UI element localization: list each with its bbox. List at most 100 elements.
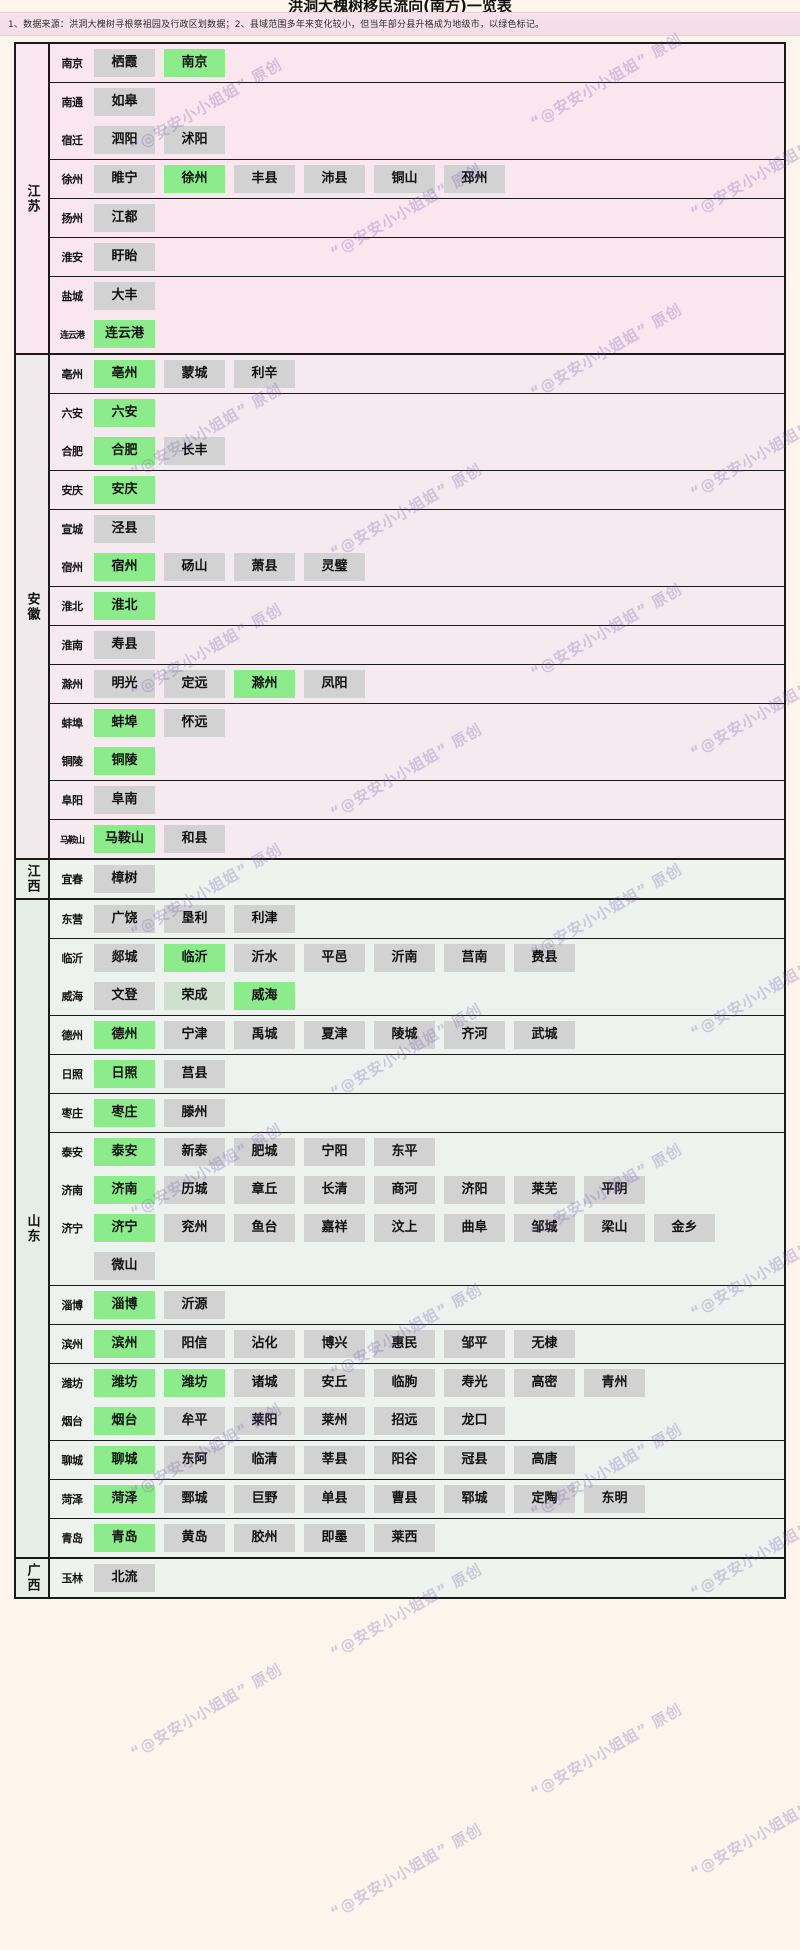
- county-cell[interactable]: 临朐: [374, 1369, 435, 1397]
- county-cell[interactable]: 平阴: [584, 1176, 645, 1204]
- county-cell[interactable]: 南京: [164, 49, 225, 77]
- county-cell[interactable]: 曹县: [374, 1485, 435, 1513]
- county-cell[interactable]: 济南: [94, 1176, 155, 1204]
- county-cell[interactable]: 微山: [94, 1252, 155, 1280]
- county-cell[interactable]: 招远: [374, 1407, 435, 1435]
- county-cell[interactable]: 济宁: [94, 1214, 155, 1242]
- county-cell[interactable]: 巨野: [234, 1485, 295, 1513]
- county-cell[interactable]: 沂水: [234, 944, 295, 972]
- county-cell[interactable]: 潍坊: [94, 1369, 155, 1397]
- county-cell[interactable]: 安丘: [304, 1369, 365, 1397]
- county-cell[interactable]: 长清: [304, 1176, 365, 1204]
- county-cell[interactable]: 明光: [94, 670, 155, 698]
- county-cell[interactable]: 怀远: [164, 709, 225, 737]
- county-cell[interactable]: 沭阳: [164, 126, 225, 154]
- county-cell[interactable]: 无棣: [514, 1330, 575, 1358]
- county-cell[interactable]: 盱眙: [94, 243, 155, 271]
- county-cell[interactable]: 泰安: [94, 1138, 155, 1166]
- county-cell[interactable]: 利津: [234, 905, 295, 933]
- county-cell[interactable]: 莱芜: [514, 1176, 575, 1204]
- county-cell[interactable]: 单县: [304, 1485, 365, 1513]
- county-cell[interactable]: 垦利: [164, 905, 225, 933]
- county-cell[interactable]: 广饶: [94, 905, 155, 933]
- county-cell[interactable]: 青岛: [94, 1524, 155, 1552]
- county-cell[interactable]: 淄博: [94, 1291, 155, 1319]
- county-cell[interactable]: 江都: [94, 204, 155, 232]
- county-cell[interactable]: 临清: [234, 1446, 295, 1474]
- county-cell[interactable]: 禹城: [234, 1021, 295, 1049]
- county-cell[interactable]: 蚌埠: [94, 709, 155, 737]
- county-cell[interactable]: 泾县: [94, 515, 155, 543]
- county-cell[interactable]: 邹城: [514, 1214, 575, 1242]
- county-cell[interactable]: 临沂: [164, 944, 225, 972]
- county-cell[interactable]: 历城: [164, 1176, 225, 1204]
- county-cell[interactable]: 鱼台: [234, 1214, 295, 1242]
- county-cell[interactable]: 惠民: [374, 1330, 435, 1358]
- county-cell[interactable]: 阳信: [164, 1330, 225, 1358]
- county-cell[interactable]: 新泰: [164, 1138, 225, 1166]
- county-cell[interactable]: 安庆: [94, 476, 155, 504]
- county-cell[interactable]: 青州: [584, 1369, 645, 1397]
- county-cell[interactable]: 潍坊: [164, 1369, 225, 1397]
- county-cell[interactable]: 睢宁: [94, 165, 155, 193]
- county-cell[interactable]: 即墨: [304, 1524, 365, 1552]
- county-cell[interactable]: 大丰: [94, 282, 155, 310]
- county-cell[interactable]: 定远: [164, 670, 225, 698]
- county-cell[interactable]: 聊城: [94, 1446, 155, 1474]
- county-cell[interactable]: 兖州: [164, 1214, 225, 1242]
- county-cell[interactable]: 沾化: [234, 1330, 295, 1358]
- county-cell[interactable]: 金乡: [654, 1214, 715, 1242]
- county-cell[interactable]: 梁山: [584, 1214, 645, 1242]
- county-cell[interactable]: 灵璧: [304, 553, 365, 581]
- county-cell[interactable]: 栖霞: [94, 49, 155, 77]
- county-cell[interactable]: 连云港: [94, 320, 155, 348]
- county-cell[interactable]: 夏津: [304, 1021, 365, 1049]
- county-cell[interactable]: 荣成: [164, 982, 225, 1010]
- county-cell[interactable]: 莒南: [444, 944, 505, 972]
- county-cell[interactable]: 章丘: [234, 1176, 295, 1204]
- county-cell[interactable]: 邳州: [444, 165, 505, 193]
- county-cell[interactable]: 莱阳: [234, 1407, 295, 1435]
- county-cell[interactable]: 郯城: [94, 944, 155, 972]
- county-cell[interactable]: 德州: [94, 1021, 155, 1049]
- county-cell[interactable]: 凤阳: [304, 670, 365, 698]
- county-cell[interactable]: 烟台: [94, 1407, 155, 1435]
- county-cell[interactable]: 龙口: [444, 1407, 505, 1435]
- county-cell[interactable]: 沂南: [374, 944, 435, 972]
- county-cell[interactable]: 亳州: [94, 360, 155, 388]
- county-cell[interactable]: 丰县: [234, 165, 295, 193]
- county-cell[interactable]: 长丰: [164, 437, 225, 465]
- county-cell[interactable]: 鄄城: [164, 1485, 225, 1513]
- county-cell[interactable]: 六安: [94, 399, 155, 427]
- county-cell[interactable]: 樟树: [94, 865, 155, 893]
- county-cell[interactable]: 博兴: [304, 1330, 365, 1358]
- county-cell[interactable]: 黄岛: [164, 1524, 225, 1552]
- county-cell[interactable]: 诸城: [234, 1369, 295, 1397]
- county-cell[interactable]: 肥城: [234, 1138, 295, 1166]
- county-cell[interactable]: 徐州: [164, 165, 225, 193]
- county-cell[interactable]: 滁州: [234, 670, 295, 698]
- county-cell[interactable]: 莱西: [374, 1524, 435, 1552]
- county-cell[interactable]: 东阿: [164, 1446, 225, 1474]
- county-cell[interactable]: 东明: [584, 1485, 645, 1513]
- county-cell[interactable]: 牟平: [164, 1407, 225, 1435]
- county-cell[interactable]: 高密: [514, 1369, 575, 1397]
- county-cell[interactable]: 菏泽: [94, 1485, 155, 1513]
- county-cell[interactable]: 陵城: [374, 1021, 435, 1049]
- county-cell[interactable]: 商河: [374, 1176, 435, 1204]
- county-cell[interactable]: 蒙城: [164, 360, 225, 388]
- county-cell[interactable]: 高唐: [514, 1446, 575, 1474]
- county-cell[interactable]: 莘县: [304, 1446, 365, 1474]
- county-cell[interactable]: 铜陵: [94, 747, 155, 775]
- county-cell[interactable]: 沛县: [304, 165, 365, 193]
- county-cell[interactable]: 威海: [234, 982, 295, 1010]
- county-cell[interactable]: 宿州: [94, 553, 155, 581]
- county-cell[interactable]: 日照: [94, 1060, 155, 1088]
- county-cell[interactable]: 东平: [374, 1138, 435, 1166]
- county-cell[interactable]: 淮北: [94, 592, 155, 620]
- county-cell[interactable]: 如皋: [94, 88, 155, 116]
- county-cell[interactable]: 阜南: [94, 786, 155, 814]
- county-cell[interactable]: 铜山: [374, 165, 435, 193]
- county-cell[interactable]: 北流: [94, 1564, 155, 1592]
- county-cell[interactable]: 砀山: [164, 553, 225, 581]
